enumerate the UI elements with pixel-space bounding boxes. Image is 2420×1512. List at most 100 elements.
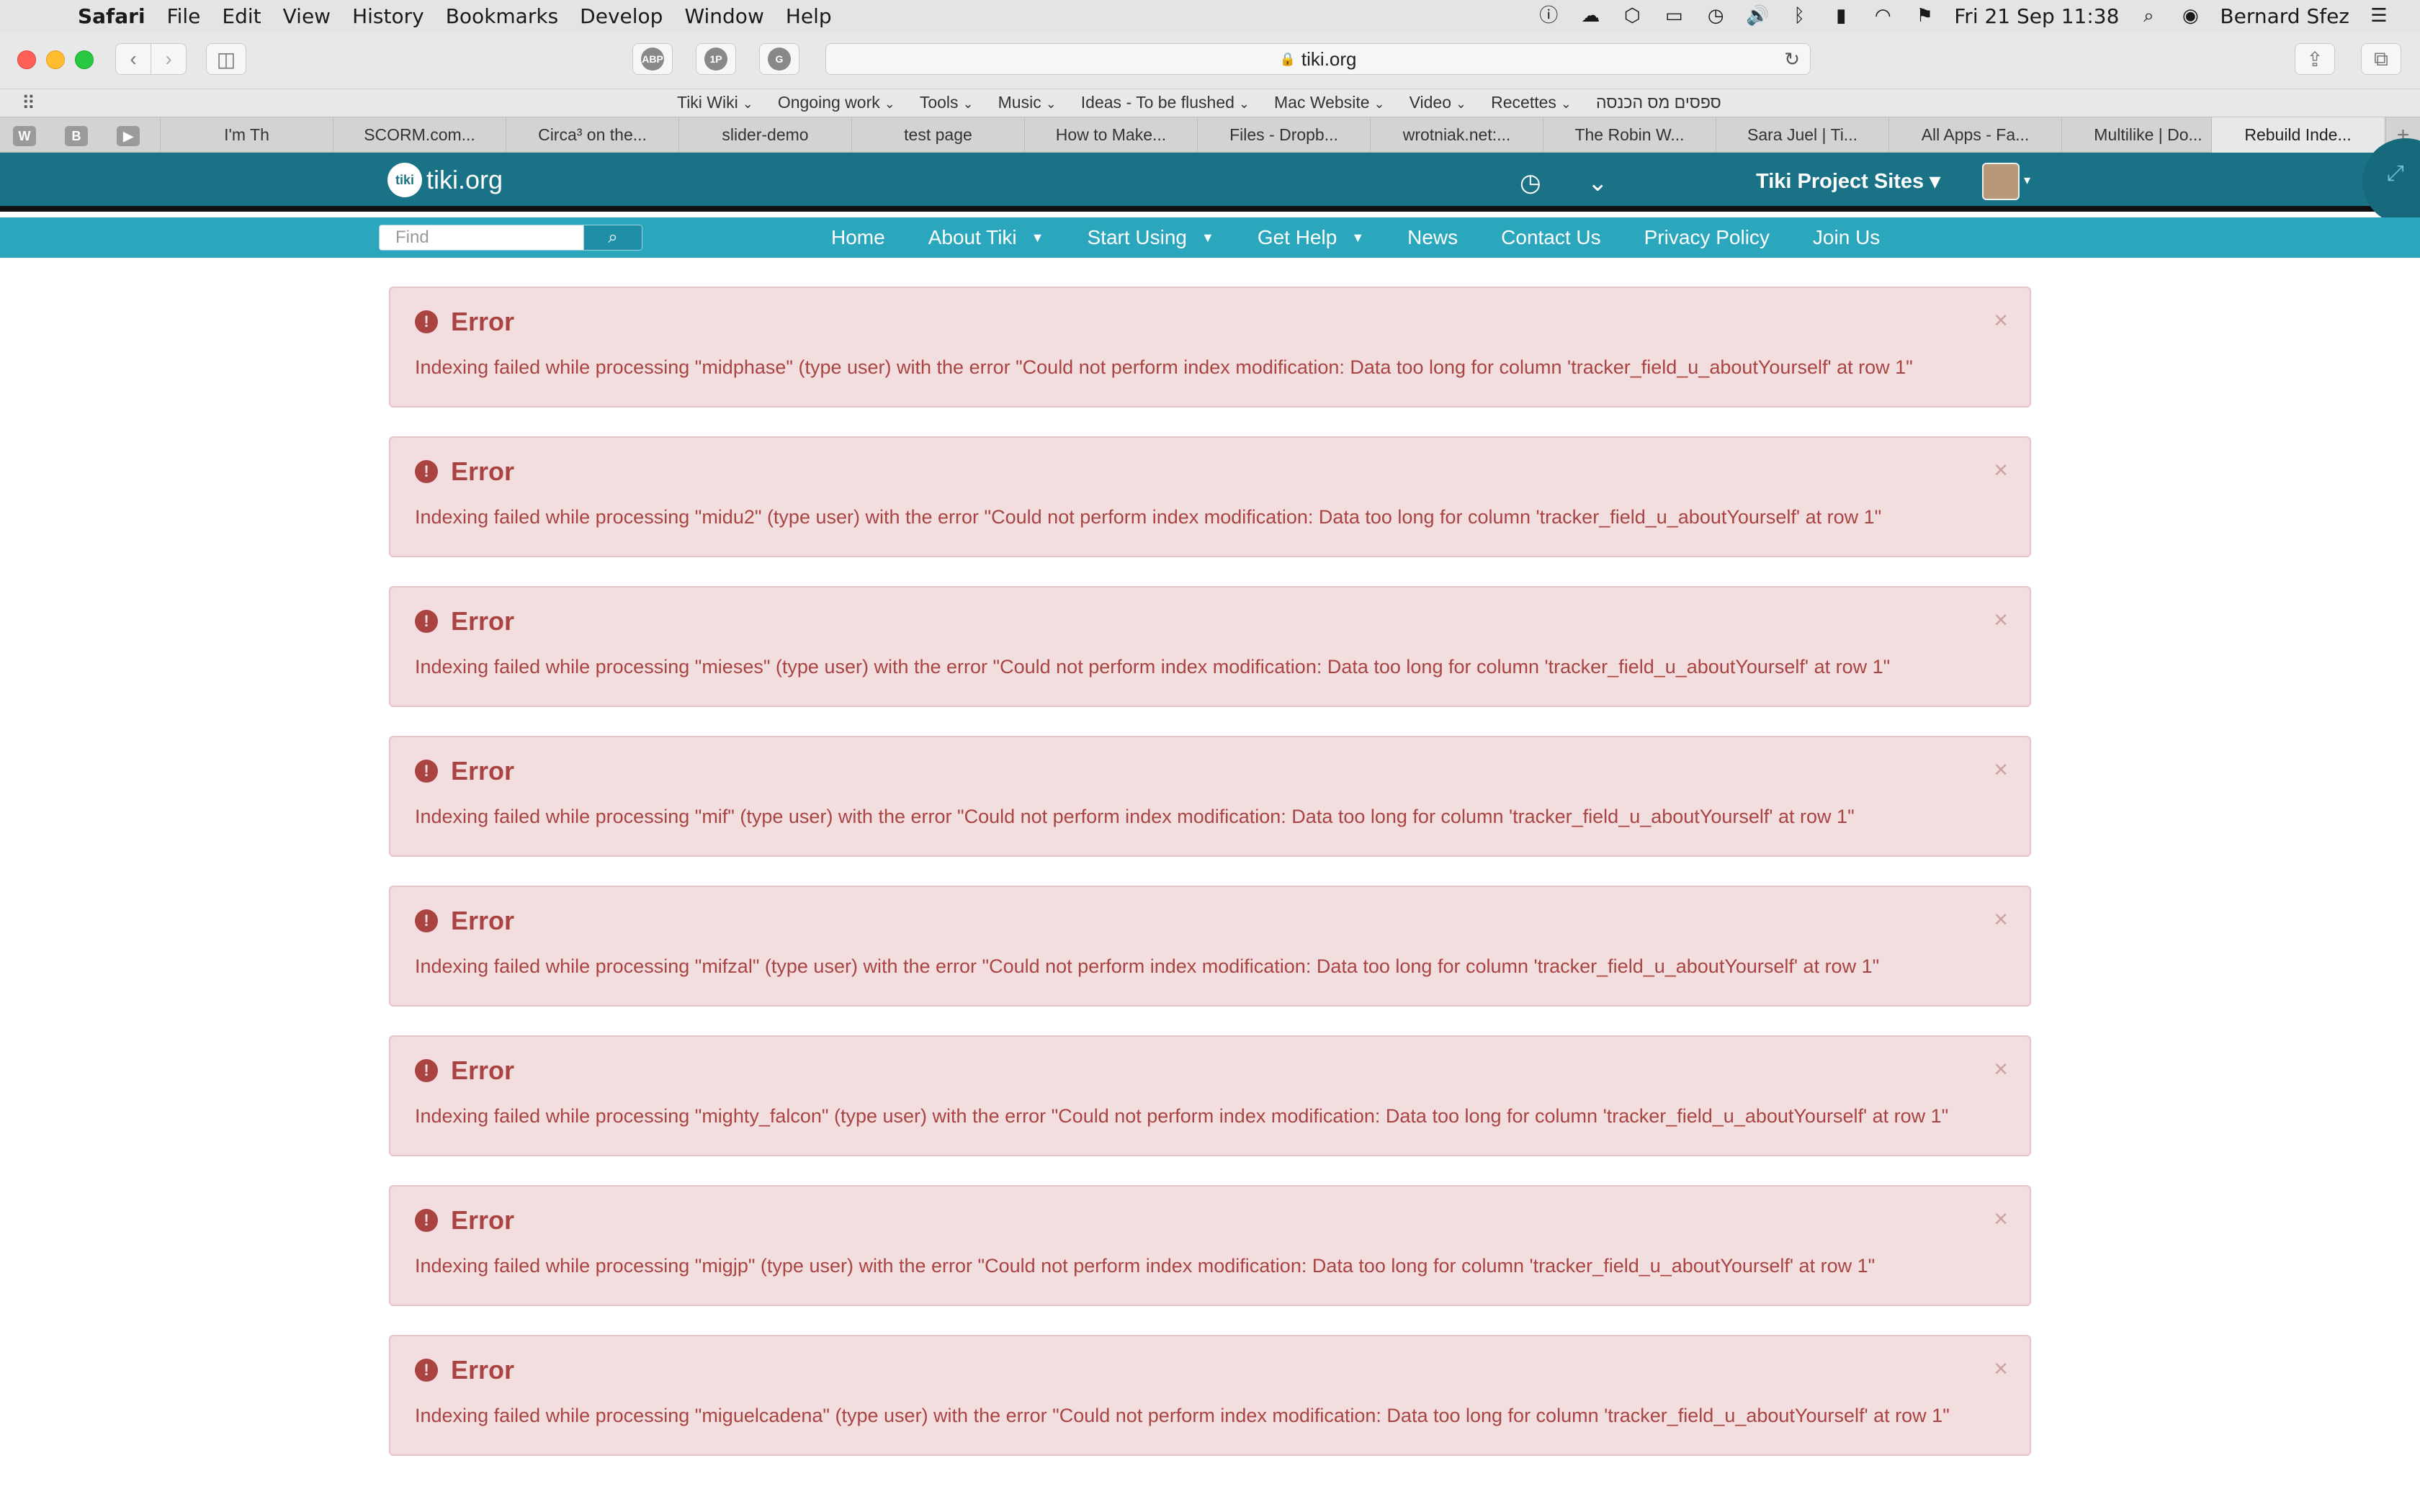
pinned-tab-youtube[interactable]: ▶ [117,126,140,146]
flag-icon[interactable]: ⚑ [1912,4,1937,28]
volume-icon[interactable]: 🔊 [1745,4,1770,28]
menu-bookmarks[interactable]: Bookmarks [446,4,558,28]
favorite-folder[interactable]: Tools ⌄ [920,93,974,112]
menu-history[interactable]: History [352,4,424,28]
browser-tab[interactable]: test page [851,117,1024,153]
siri-icon[interactable]: ◉ [2178,4,2202,28]
browser-tab[interactable]: Files - Dropb... [1197,117,1370,153]
favorite-folder[interactable]: Music ⌄ [998,93,1057,112]
password-extension-button[interactable]: 1P [696,43,736,75]
browser-tab[interactable]: The Robin W... [1543,117,1716,153]
nav-contact-us[interactable]: Contact Us [1501,226,1601,249]
exclamation-circle-icon: ! [415,460,438,483]
menu-view[interactable]: View [283,4,331,28]
favorite-folder[interactable]: Video ⌄ [1410,93,1467,112]
favorite-folder[interactable]: Ongoing work ⌄ [778,93,895,112]
menu-window[interactable]: Window [684,4,763,28]
browser-tab[interactable]: slider-demo [678,117,851,153]
share-icon: ⇪ [2306,48,2323,71]
browser-tab[interactable]: How to Make... [1024,117,1197,153]
close-icon[interactable]: × [1994,456,2008,485]
back-button[interactable]: ‹ [115,43,151,75]
browser-tab[interactable]: All Apps - Fa... [1888,117,2061,153]
browser-tab[interactable]: Circa³ on the... [506,117,678,153]
error-message: Indexing failed while processing "midu2"… [415,506,1882,528]
browser-tab[interactable]: I'm Th [160,117,333,153]
exclamation-circle-icon: ! [415,909,438,932]
address-bar[interactable]: 🔒 tiki.org ↻ [825,43,1811,75]
expand-icon[interactable]: ⤢ [2387,161,2404,186]
error-title: Error [451,1355,515,1385]
chevron-down-icon: ⌄ [742,96,753,111]
info-icon[interactable]: ⓘ [1536,4,1561,28]
time-machine-icon[interactable]: ◷ [1703,4,1728,28]
close-icon[interactable]: × [1994,1056,2008,1084]
project-sites-dropdown[interactable]: Tiki Project Sites ▾ [1756,168,1940,194]
menubar-user[interactable]: Bernard Sfez [2220,4,2349,28]
menu-develop[interactable]: Develop [580,4,663,28]
nav-start-using[interactable]: Start Using ▼ [1087,226,1214,249]
sidebar-toggle-button[interactable]: ◫ [206,43,246,75]
chevron-down-icon: ⌄ [1560,96,1572,111]
nav-privacy-policy[interactable]: Privacy Policy [1644,226,1770,249]
sidebar-icon: ◫ [216,48,236,71]
wifi-icon[interactable]: ◠ [1870,4,1895,28]
window-minimize-button[interactable] [46,50,65,69]
search-input[interactable] [379,225,585,251]
bluetooth-icon[interactable]: ᛒ [1787,4,1811,28]
tab-overview-button[interactable]: ⧉ [2361,43,2401,75]
favorite-folder[interactable]: Mac Website ⌄ [1274,93,1385,112]
favorite-link[interactable]: ספסים מס הכנסה [1596,93,1721,112]
favorite-folder[interactable]: Recettes ⌄ [1491,93,1572,112]
clock-icon[interactable]: ◷ [1520,168,1541,197]
menu-file[interactable]: File [167,4,201,28]
browser-tab[interactable]: wrotniak.net:... [1370,117,1543,153]
window-zoom-button[interactable] [75,50,94,69]
close-icon[interactable]: × [1994,606,2008,634]
password-manager-icon: 1P [704,48,727,71]
nav-news[interactable]: News [1407,226,1458,249]
creative-cloud-icon[interactable]: ☁ [1578,4,1603,28]
search-button[interactable]: ⌕ [583,225,642,251]
spotlight-search-icon[interactable]: ⌕ [2136,4,2161,28]
nav-home[interactable]: Home [831,226,885,249]
notification-center-icon[interactable]: ☰ [2367,4,2391,28]
close-icon[interactable]: × [1994,1205,2008,1233]
adblock-extension-button[interactable]: ABP [632,43,673,75]
reload-icon[interactable]: ↻ [1784,48,1800,71]
close-icon[interactable]: × [1994,307,2008,335]
favorite-folder[interactable]: Ideas - To be flushed ⌄ [1081,93,1250,112]
browser-tab[interactable]: Sara Juel | Ti... [1716,117,1888,153]
menu-edit[interactable]: Edit [222,4,261,28]
pinned-tab-blogger[interactable]: B [65,126,88,146]
site-logo[interactable]: tiki tiki.org [387,163,503,197]
display-icon[interactable]: ▭ [1662,4,1686,28]
chevron-down-icon[interactable]: ⌄ [1587,168,1608,197]
close-icon[interactable]: × [1994,906,2008,934]
chevron-down-icon: ⌄ [1373,96,1385,111]
window-close-button[interactable] [17,50,36,69]
forward-button[interactable]: › [151,43,187,75]
menu-app-name[interactable]: Safari [78,4,145,28]
user-avatar[interactable] [1982,163,2020,200]
ghostery-extension-button[interactable]: G [759,43,799,75]
browser-toolbar: ‹ › ◫ ABP 1P G 🔒 tiki.org ↻ ⇪ ⧉ [0,32,2420,89]
pinned-tab-wordpress[interactable]: W [13,126,36,146]
caret-down-icon[interactable]: ▾ [2024,173,2030,188]
menu-help[interactable]: Help [786,4,832,28]
battery-icon[interactable]: ▮ [1829,4,1853,28]
apps-grid-icon[interactable]: ⠿ [22,92,35,114]
box-icon[interactable]: ⬡ [1620,4,1644,28]
share-button[interactable]: ⇪ [2295,43,2335,75]
menubar-datetime[interactable]: Fri 21 Sep 11:38 [1954,4,2119,28]
browser-tab[interactable]: SCORM.com... [333,117,506,153]
nav-about-tiki[interactable]: About Tiki ▼ [928,226,1044,249]
nav-get-help[interactable]: Get Help ▼ [1258,226,1364,249]
browser-tab[interactable]: Multilike | Do... [2061,117,2234,153]
nav-join-us[interactable]: Join Us [1813,226,1880,249]
error-title: Error [451,906,515,935]
close-icon[interactable]: × [1994,1355,2008,1383]
close-icon[interactable]: × [1994,756,2008,784]
browser-tab-active[interactable]: Rebuild Inde... [2211,117,2384,153]
favorite-folder[interactable]: Tiki Wiki ⌄ [677,93,753,112]
